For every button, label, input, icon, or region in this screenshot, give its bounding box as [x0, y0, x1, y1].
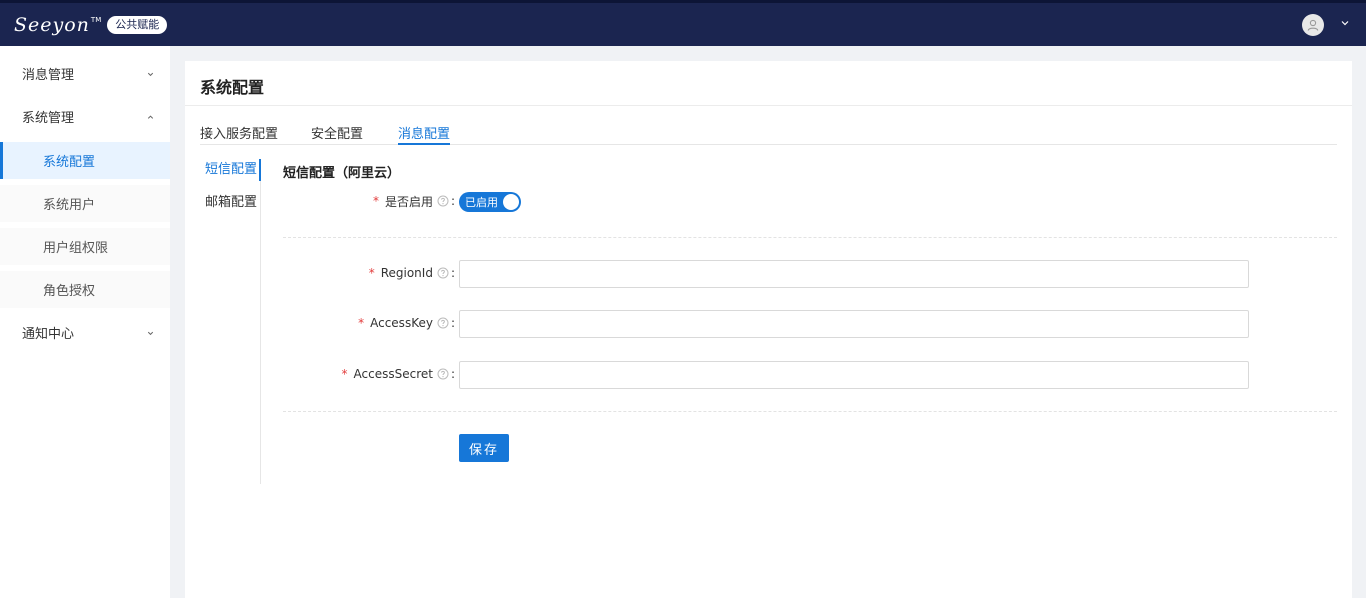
dashed-divider — [283, 411, 1337, 412]
label-colon: : — [450, 266, 455, 280]
main-content: 系统配置 接入服务配置 安全配置 消息配置 短信配置 邮箱配置 短信配置（阿里云… — [185, 61, 1352, 598]
save-button[interactable]: 保存 — [459, 434, 509, 462]
enable-toggle[interactable]: 已启用 — [459, 192, 521, 212]
page-title: 系统配置 — [200, 78, 265, 97]
sidebar-group-label: 通知中心 — [22, 327, 75, 342]
top-header: Seeyon TM 公共赋能 — [0, 0, 1366, 46]
toggle-text: 已启用 — [465, 196, 498, 209]
tab-security[interactable]: 安全配置 — [311, 123, 363, 145]
sidebar-group-system[interactable]: 系统管理 — [0, 98, 170, 135]
section-title: 短信配置（阿里云） — [283, 166, 401, 181]
sidebar-item-system-users[interactable]: 系统用户 — [0, 185, 170, 222]
required-mark: * — [341, 367, 348, 381]
regionid-label: * RegionId : — [285, 263, 455, 283]
logo-trademark: TM — [90, 16, 102, 24]
accesssecret-label: * AccessSecret : — [285, 364, 455, 384]
sidebar-menu: 消息管理 系统管理 系统配置 系统用户 用户组权限 角色授权 通知中心 — [0, 46, 170, 598]
subnav-item-sms[interactable]: 短信配置 — [200, 159, 261, 181]
config-tabs: 接入服务配置 安全配置 消息配置 — [200, 123, 1337, 145]
sidebar-group-notification-center[interactable]: 通知中心 — [0, 314, 170, 351]
required-mark: * — [372, 194, 379, 208]
user-avatar-icon[interactable] — [1302, 14, 1324, 36]
question-circle-icon[interactable] — [437, 317, 449, 329]
field-label: 是否启用 — [384, 194, 433, 209]
sidebar-item-label: 角色授权 — [43, 284, 96, 299]
sidebar-item-label: 用户组权限 — [43, 241, 109, 256]
sidebar-item-role-authorization[interactable]: 角色授权 — [0, 271, 170, 308]
tab-access-service[interactable]: 接入服务配置 — [200, 123, 278, 145]
field-label: RegionId — [380, 266, 433, 280]
question-circle-icon[interactable] — [437, 195, 449, 207]
tab-message[interactable]: 消息配置 — [398, 123, 451, 145]
accesssecret-input[interactable] — [459, 361, 1249, 389]
label-colon: : — [450, 367, 455, 381]
sidebar-item-label: 系统配置 — [43, 155, 96, 170]
dashed-divider — [283, 237, 1337, 238]
sidebar-group-label: 系统管理 — [22, 111, 75, 126]
chevron-down-icon — [146, 68, 155, 83]
logo-text: Seeyon — [14, 14, 90, 36]
chevron-down-icon — [146, 327, 155, 342]
regionid-input[interactable] — [459, 260, 1249, 288]
label-colon: : — [450, 194, 455, 208]
accesskey-label: * AccessKey : — [285, 313, 455, 333]
question-circle-icon[interactable] — [437, 368, 449, 380]
sidebar-item-user-group-permissions[interactable]: 用户组权限 — [0, 228, 170, 265]
enable-label: * 是否启用 : — [285, 191, 455, 211]
product-badge: 公共赋能 — [107, 16, 168, 34]
user-menu-chevron-down-icon[interactable] — [1340, 17, 1350, 32]
field-label: AccessSecret — [353, 367, 433, 381]
sidebar-group-label: 消息管理 — [22, 68, 75, 83]
sidebar-item-system-config[interactable]: 系统配置 — [0, 142, 170, 179]
label-colon: : — [450, 316, 455, 330]
app-logo[interactable]: Seeyon TM 公共赋能 — [14, 12, 168, 38]
sidebar-group-message[interactable]: 消息管理 — [0, 55, 170, 92]
divider — [185, 105, 1352, 106]
toggle-knob — [503, 194, 519, 210]
question-circle-icon[interactable] — [437, 267, 449, 279]
chevron-up-icon — [146, 111, 155, 126]
message-subnav: 短信配置 邮箱配置 — [200, 159, 261, 484]
sidebar-item-label: 系统用户 — [43, 198, 96, 213]
required-mark: * — [368, 266, 375, 280]
accesskey-input[interactable] — [459, 310, 1249, 338]
subnav-item-email[interactable]: 邮箱配置 — [200, 192, 261, 214]
required-mark: * — [358, 316, 365, 330]
field-label: AccessKey — [370, 316, 433, 330]
